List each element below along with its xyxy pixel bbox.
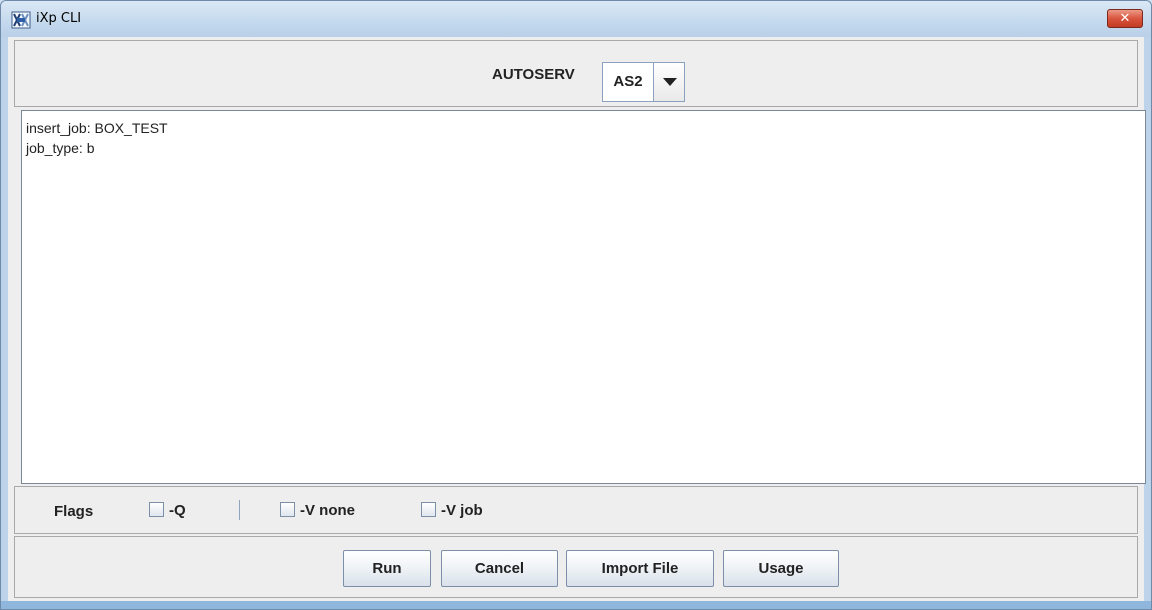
chevron-down-icon[interactable] (653, 63, 684, 101)
close-icon: ✕ (1119, 11, 1131, 26)
import-file-button[interactable]: Import File (566, 550, 714, 587)
server-panel: AUTOSERV AS2 (14, 40, 1138, 107)
ixp-logo-icon (11, 11, 31, 29)
flags-separator (239, 500, 240, 520)
usage-button[interactable]: Usage (723, 550, 839, 587)
button-panel: Run Cancel Import File Usage (14, 536, 1138, 598)
window-bottom-border (1, 601, 1151, 609)
autoserv-selected-value: AS2 (613, 73, 643, 90)
flag-v-none-label[interactable]: -V none (300, 502, 355, 519)
content-area: AUTOSERV AS2 insert_job: BOX_TEST job_ty… (8, 37, 1146, 603)
flag-q-label[interactable]: -Q (169, 502, 186, 519)
cancel-button[interactable]: Cancel (441, 550, 558, 587)
checkbox-box[interactable] (421, 502, 436, 517)
autoserv-select[interactable]: AS2 (602, 62, 685, 102)
window-title: iXp CLI (36, 11, 82, 26)
title-bar[interactable]: iXp CLI ✕ (1, 1, 1151, 37)
checkbox-box[interactable] (149, 502, 164, 517)
flags-label: Flags (54, 503, 94, 520)
flags-panel: Flags -Q -V none -V job (14, 486, 1138, 534)
command-editor[interactable]: insert_job: BOX_TEST job_type: b (21, 110, 1146, 484)
flag-v-job-label[interactable]: -V job (441, 502, 483, 519)
run-button[interactable]: Run (343, 550, 431, 587)
close-button[interactable]: ✕ (1107, 9, 1143, 28)
autoserv-label: AUTOSERV (492, 66, 575, 83)
checkbox-box[interactable] (280, 502, 295, 517)
ixp-cli-window: iXp CLI ✕ AUTOSERV AS2 insert_job: BOX_T… (0, 0, 1152, 610)
